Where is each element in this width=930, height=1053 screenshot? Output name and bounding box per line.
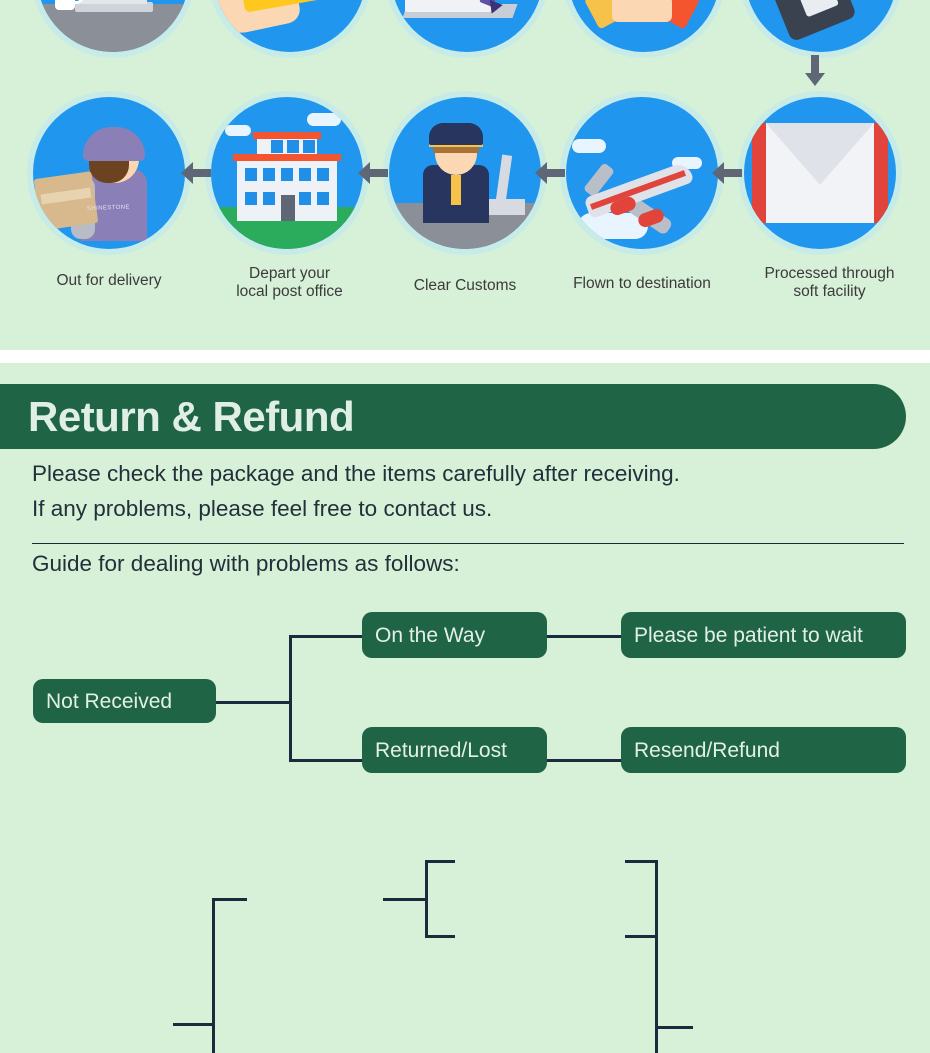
connector-to-not-problem — [212, 898, 247, 901]
arrow-left-icon — [181, 162, 211, 184]
connector-to-do-not — [425, 860, 455, 863]
arrow-down-icon — [805, 55, 825, 87]
flow-node-please-be-patient[interactable]: Please be patient to wait — [621, 612, 906, 658]
step-label-clear-customs: Clear Customs — [413, 277, 517, 294]
flow-node-not-received[interactable]: Not Received — [33, 679, 216, 723]
connector-to-on-the-way — [289, 635, 364, 638]
return-and-refund-section: Return & Refund Please check the package… — [0, 363, 930, 1053]
horizontal-divider — [32, 543, 904, 544]
intro-text-line-1: Please check the package and the items c… — [32, 461, 680, 486]
package-pen-icon — [391, 0, 543, 52]
airplane-icon — [566, 97, 718, 249]
connector-to-wrong-delivery — [425, 935, 455, 938]
connector-vertical-split — [289, 635, 292, 762]
gmail-envelope-icon — [744, 97, 896, 249]
postman-parcel-icon: SHINESTONE — [33, 97, 185, 249]
connector-not-problem-stem — [383, 898, 428, 901]
connector-to-returned-lost — [289, 759, 364, 762]
page-title: Return & Refund — [28, 392, 355, 440]
connector-received-vertical — [212, 898, 215, 1053]
flow-node-returned-lost[interactable]: Returned/Lost — [362, 727, 547, 773]
return-refund-header-bar: Return & Refund — [0, 384, 906, 449]
handshake-icon — [568, 0, 720, 52]
connector-to-resend-refund-discount — [655, 1026, 693, 1029]
connector-on-the-way-to-result — [546, 635, 622, 638]
connector-root-stem — [216, 701, 292, 704]
post-office-building-icon — [211, 97, 363, 249]
connector-received-stem — [173, 1023, 215, 1026]
connector-not-problem-split — [425, 860, 428, 938]
guide-heading: Guide for dealing with problems as follo… — [32, 551, 460, 576]
scanner-car-icon — [745, 0, 897, 52]
step-label-flown-to-destination: Flown to destination — [573, 275, 711, 292]
step-label-depart-post-office: Depart your local post office — [236, 265, 343, 300]
step-label-out-for-delivery: Out for delivery — [56, 272, 162, 289]
arrow-left-icon — [712, 162, 742, 184]
credit-card-hand-icon — [214, 0, 366, 52]
connector-returned-lost-to-result — [546, 759, 622, 762]
connector-right-collector — [655, 860, 658, 1053]
product-description-page: SHINESTONE Out for delivery Depart your … — [0, 0, 930, 1053]
arrow-left-icon — [358, 162, 388, 184]
connector-wrong-delivery-out — [625, 935, 658, 938]
arrow-left-icon — [535, 162, 565, 184]
flow-node-on-the-way[interactable]: On the Way — [362, 612, 547, 658]
intro-text-line-2: If any problems, please feel free to con… — [32, 496, 493, 521]
shipping-process-infographic: SHINESTONE Out for delivery Depart your … — [0, 0, 930, 350]
flow-node-resend-refund[interactable]: Resend/Refund — [621, 727, 906, 773]
connector-do-not-out — [625, 860, 658, 863]
laptop-desk-icon — [37, 0, 189, 52]
customs-officer-icon — [389, 97, 541, 249]
step-label-processed-soft-facility: Processed through soft facility — [764, 265, 895, 300]
